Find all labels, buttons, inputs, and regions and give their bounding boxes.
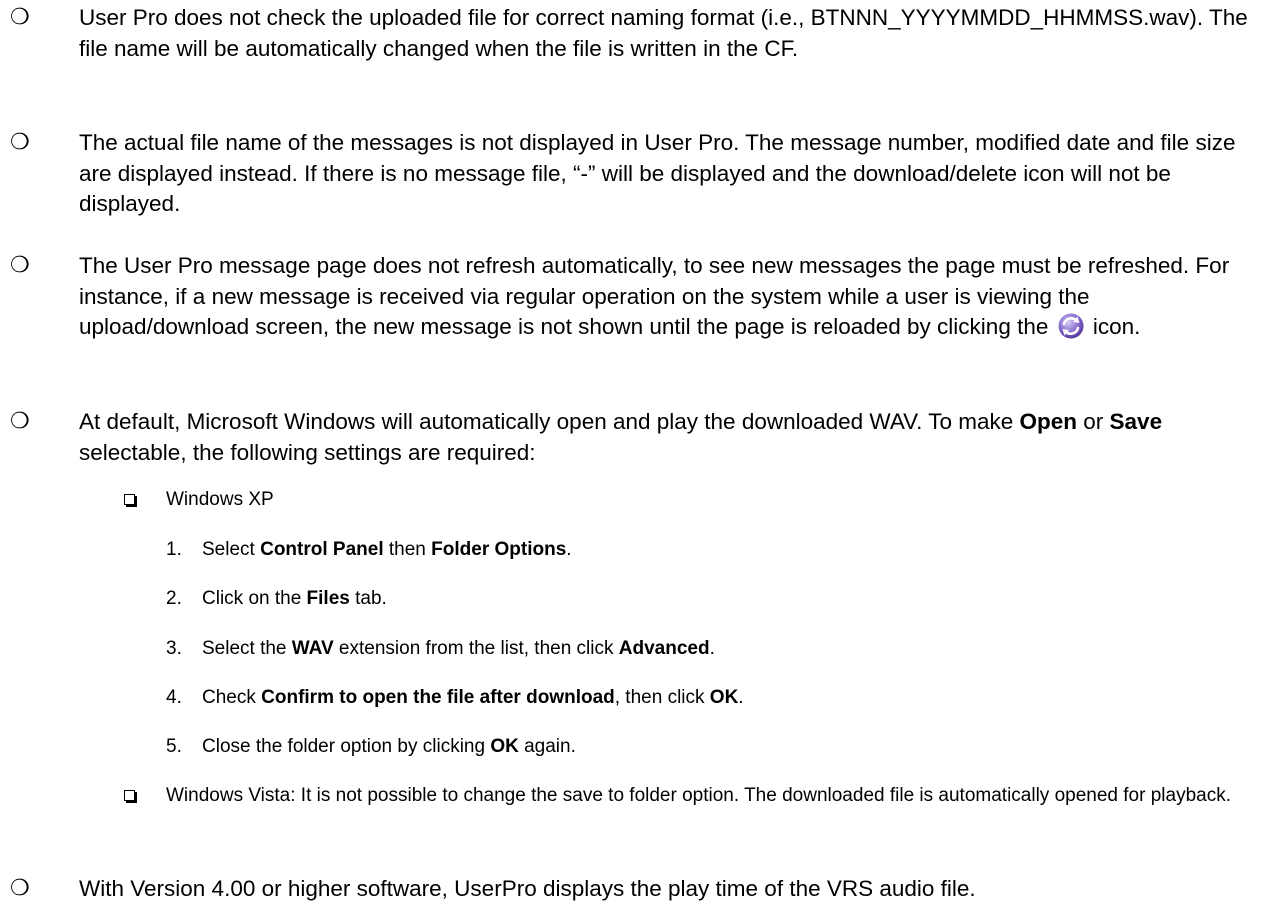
bold-term: WAV: [291, 638, 334, 659]
bold-term-save: Save: [1109, 409, 1163, 434]
refresh-icon[interactable]: [1057, 312, 1085, 340]
bold-term: Folder Options: [431, 539, 567, 560]
square-bullet-icon: [124, 790, 135, 801]
step-number: 3.: [166, 638, 182, 659]
bullet-text: User Pro does not check the uploaded fil…: [79, 5, 1248, 61]
bold-term: OK: [709, 687, 739, 708]
sub-item-text: Windows XP: [166, 489, 274, 510]
text-run: Select: [202, 539, 261, 560]
bullet-text: The User Pro message page does not refre…: [79, 251, 1259, 344]
circle-bullet-icon: ❍: [10, 130, 30, 155]
step-text: Close the folder option by clicking OK a…: [202, 733, 1252, 760]
step-number: 2.: [166, 588, 182, 609]
step-number: 1.: [166, 539, 182, 560]
text-run: then: [383, 539, 432, 560]
bullet-text-after-icon: icon.: [1092, 314, 1141, 339]
circle-bullet-icon: ❍: [10, 876, 30, 901]
bullet-text: At default, Microsoft Windows will autom…: [79, 407, 1259, 468]
bold-term: Control Panel: [260, 539, 384, 560]
text-run: tab.: [349, 588, 387, 609]
text-run: Check: [202, 687, 262, 708]
circle-bullet-icon: ❍: [10, 5, 30, 30]
bold-term: Advanced: [618, 638, 710, 659]
text-run: .: [738, 687, 744, 708]
bold-term: OK: [490, 736, 519, 757]
circle-bullet-icon: ❍: [10, 253, 30, 278]
text-run: extension from the list, then click: [333, 638, 619, 659]
text-run: Click on the: [202, 588, 307, 609]
text-run: .: [566, 539, 572, 560]
text-run: or: [1077, 409, 1110, 434]
text-run: again.: [518, 736, 576, 757]
circle-bullet-icon: ❍: [10, 409, 30, 434]
step-number: 5.: [166, 736, 182, 757]
bold-term: Files: [306, 588, 350, 609]
bullet-text: The actual file name of the messages is …: [79, 130, 1236, 216]
sub-item-text: Windows Vista: It is not possible to cha…: [166, 785, 1231, 806]
text-run: .: [709, 638, 715, 659]
text-run: At default, Microsoft Windows will autom…: [79, 409, 1020, 434]
text-run: Select the: [202, 638, 292, 659]
step-text: Select the WAV extension from the list, …: [202, 635, 1252, 662]
bullet-text: With Version 4.00 or higher software, Us…: [79, 876, 976, 901]
document-page: ❍ User Pro does not check the uploaded f…: [0, 0, 1269, 914]
bold-term: Confirm to open the file after download: [261, 687, 615, 708]
text-run: , then click: [614, 687, 710, 708]
step-text: Click on the Files tab.: [202, 585, 1252, 612]
step-text: Check Confirm to open the file after dow…: [202, 684, 1252, 711]
square-bullet-icon: [124, 494, 135, 505]
text-run: Close the folder option by clicking: [202, 736, 491, 757]
text-run: selectable, the following settings are r…: [79, 439, 536, 465]
bold-term-open: Open: [1019, 409, 1078, 434]
step-text: Select Control Panel then Folder Options…: [202, 536, 1252, 563]
step-number: 4.: [166, 687, 182, 708]
